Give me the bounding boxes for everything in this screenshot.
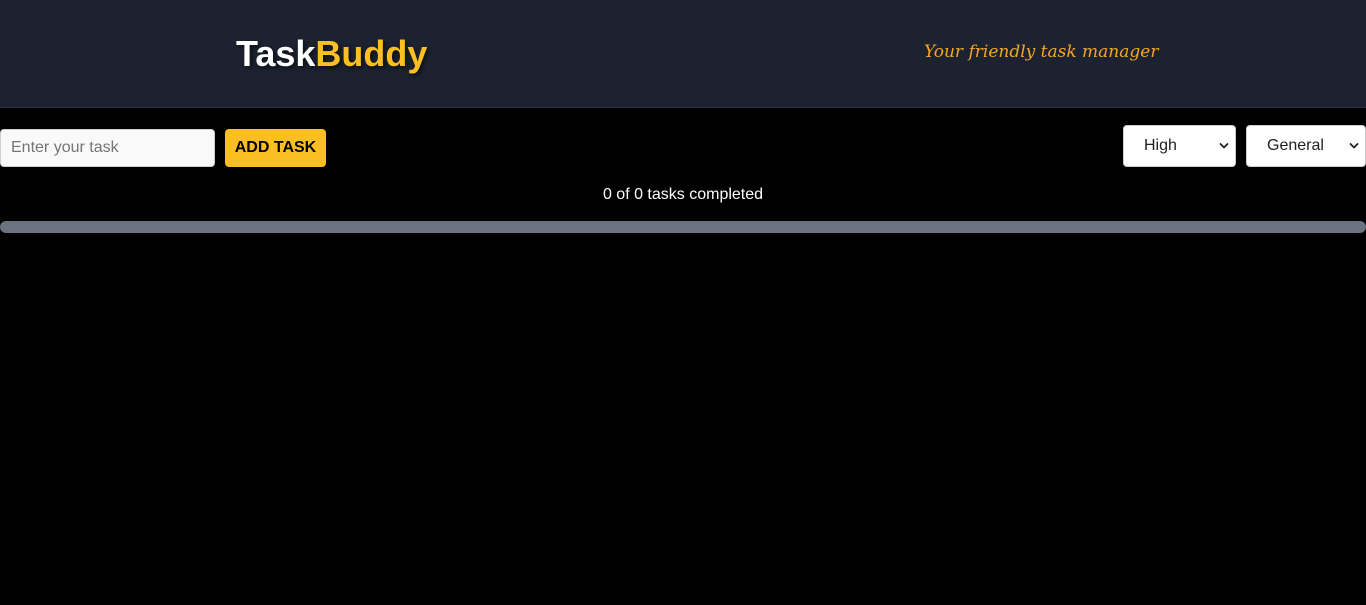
- category-select-value: General: [1267, 137, 1324, 154]
- priority-select-value: High: [1144, 137, 1177, 154]
- add-task-button[interactable]: ADD TASK: [225, 129, 326, 167]
- progress-text: 0 of 0 tasks completed: [602, 186, 764, 203]
- task-input[interactable]: [0, 129, 215, 167]
- logo-task-text: Task: [236, 33, 316, 74]
- logo-buddy-text: Buddy: [315, 33, 428, 74]
- category-select[interactable]: General: [1246, 125, 1366, 167]
- progress-bar: [0, 221, 1366, 233]
- tagline: Your friendly task manager: [924, 42, 1159, 62]
- chevron-down-icon: [1349, 143, 1359, 149]
- priority-select[interactable]: High: [1123, 125, 1236, 167]
- app-logo: TaskBuddy: [236, 32, 427, 76]
- app-header: TaskBuddy Your friendly task manager: [0, 0, 1366, 108]
- chevron-down-icon: [1219, 143, 1229, 149]
